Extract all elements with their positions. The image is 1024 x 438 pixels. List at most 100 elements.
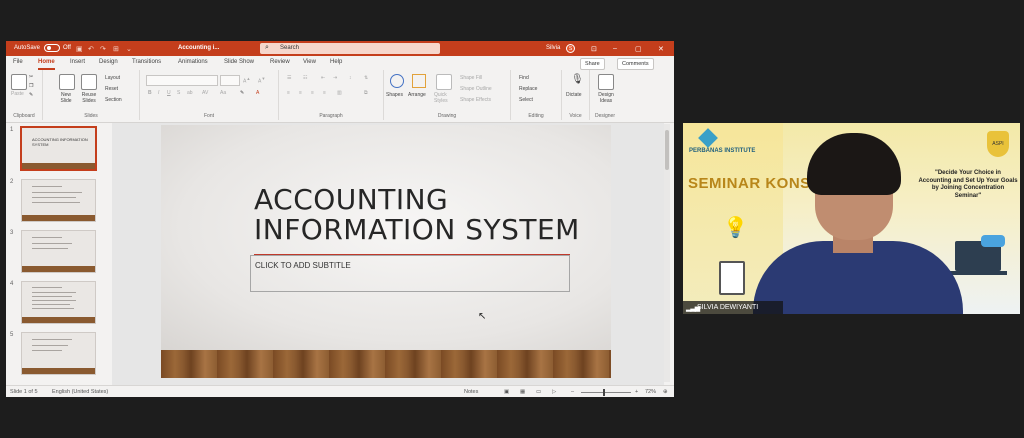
tab-home[interactable]: Home xyxy=(38,59,55,70)
highlight-icon[interactable]: ✎ xyxy=(240,90,244,96)
tab-design[interactable]: Design xyxy=(99,59,118,65)
bold-icon[interactable]: B xyxy=(148,90,152,96)
undo-icon[interactable]: ↶ xyxy=(88,45,94,53)
tab-review[interactable]: Review xyxy=(270,59,290,65)
italic-icon[interactable]: I xyxy=(158,90,159,96)
copy-icon[interactable]: ❐ xyxy=(29,83,33,89)
tab-animations[interactable]: Animations xyxy=(178,59,208,65)
share-button[interactable]: Share xyxy=(580,58,605,70)
quick-styles-label[interactable]: Quick Styles xyxy=(434,92,452,104)
layout-button[interactable]: Layout xyxy=(105,75,120,81)
paste-icon[interactable] xyxy=(11,74,27,90)
format-painter-icon[interactable]: ✎ xyxy=(29,92,33,98)
justify-icon[interactable]: ≡ xyxy=(323,90,326,96)
shape-outline-button[interactable]: Shape Outline xyxy=(460,86,492,92)
align-center-icon[interactable]: ≡ xyxy=(299,90,302,96)
cut-icon[interactable]: ✂ xyxy=(29,74,33,80)
comments-button[interactable]: Comments xyxy=(617,58,654,70)
arrange-label[interactable]: Arrange xyxy=(408,92,426,98)
zoom-out-icon[interactable]: – xyxy=(571,389,574,395)
font-color-icon[interactable]: A xyxy=(256,90,259,96)
find-button[interactable]: Find xyxy=(519,75,529,81)
document-title[interactable]: Accounting i... xyxy=(178,45,219,51)
arrange-icon[interactable] xyxy=(412,74,426,88)
quick-styles-icon[interactable] xyxy=(436,74,452,90)
fit-slide-icon[interactable]: ⊕ xyxy=(663,389,668,395)
present-icon[interactable]: ⊞ xyxy=(113,45,119,53)
design-ideas-label[interactable]: Design Ideas xyxy=(596,92,616,104)
reading-view-icon[interactable]: ▭ xyxy=(536,389,541,395)
slideshow-icon[interactable]: ▷ xyxy=(552,389,556,395)
tab-transitions[interactable]: Transitions xyxy=(132,59,161,65)
slide-sorter-icon[interactable]: ▦ xyxy=(520,389,525,395)
shadow-icon[interactable]: S xyxy=(177,90,180,96)
replace-button[interactable]: Replace xyxy=(519,86,537,92)
microphone-icon[interactable]: 🎙 xyxy=(571,74,584,85)
dictate-label[interactable]: Dictate xyxy=(566,92,582,98)
char-spacing-icon[interactable]: AV xyxy=(202,90,208,96)
tab-view[interactable]: View xyxy=(303,59,316,65)
reuse-slides-icon[interactable] xyxy=(81,74,97,90)
numbering-icon[interactable]: ☷ xyxy=(303,75,307,81)
participant-video[interactable]: PERBANAS INSTITUTE SEMINAR KONSENTRASI 💡… xyxy=(683,123,1020,314)
save-icon[interactable]: ▣ xyxy=(76,45,83,53)
zoom-slider[interactable] xyxy=(581,392,631,393)
strikethrough-icon[interactable]: ab xyxy=(187,90,193,96)
increase-font-icon[interactable]: A▲ xyxy=(243,76,250,85)
slide-thumbnail-3[interactable] xyxy=(21,230,96,273)
ribbon-display-icon[interactable]: ⊡ xyxy=(591,45,597,53)
minimize-icon[interactable]: – xyxy=(613,45,617,52)
reset-button[interactable]: Reset xyxy=(105,86,118,92)
design-ideas-icon[interactable] xyxy=(598,74,614,90)
tab-insert[interactable]: Insert xyxy=(70,59,85,65)
shapes-icon[interactable] xyxy=(390,74,404,88)
tab-file[interactable]: File xyxy=(13,59,23,65)
vertical-scrollbar[interactable] xyxy=(664,124,670,382)
reuse-slides-label[interactable]: Reuse Slides xyxy=(79,92,99,104)
avatar[interactable]: S xyxy=(566,44,575,53)
normal-view-icon[interactable]: ▣ xyxy=(504,389,509,395)
font-name-box[interactable] xyxy=(146,75,218,86)
decrease-font-icon[interactable]: A▼ xyxy=(258,76,265,85)
zoom-slider-handle[interactable] xyxy=(603,389,605,396)
user-name[interactable]: Silvia xyxy=(546,45,560,51)
tab-slide-show[interactable]: Slide Show xyxy=(224,59,254,65)
align-right-icon[interactable]: ≡ xyxy=(311,90,314,96)
shapes-label[interactable]: Shapes xyxy=(386,92,403,98)
notes-button[interactable]: Notes xyxy=(464,389,478,395)
search-box[interactable]: ⌕ Search xyxy=(260,43,440,54)
slide-thumbnail-5[interactable] xyxy=(21,332,96,375)
slide-thumbnail-2[interactable] xyxy=(21,179,96,222)
select-button[interactable]: Select xyxy=(519,97,533,103)
slide[interactable]: ACCOUNTING INFORMATION SYSTEM CLICK TO A… xyxy=(161,125,611,378)
zoom-level[interactable]: 72% xyxy=(645,389,656,395)
shape-fill-button[interactable]: Shape Fill xyxy=(460,75,482,81)
close-icon[interactable]: ✕ xyxy=(658,45,664,53)
change-case-icon[interactable]: Aa xyxy=(220,90,226,96)
smartart-icon[interactable]: ⧉ xyxy=(364,90,368,96)
font-size-box[interactable] xyxy=(220,75,240,86)
autosave-toggle[interactable] xyxy=(44,44,60,52)
zoom-in-icon[interactable]: + xyxy=(635,389,638,395)
align-left-icon[interactable]: ≡ xyxy=(287,90,290,96)
underline-icon[interactable]: U xyxy=(167,90,171,96)
maximize-icon[interactable]: ▢ xyxy=(635,45,642,53)
new-slide-label[interactable]: New Slide xyxy=(57,92,75,104)
slide-title[interactable]: ACCOUNTING INFORMATION SYSTEM xyxy=(254,185,594,245)
new-slide-icon[interactable] xyxy=(59,74,75,90)
shape-effects-button[interactable]: Shape Effects xyxy=(460,97,491,103)
columns-icon[interactable]: ▥ xyxy=(337,90,342,96)
slide-thumbnail-1[interactable]: ACCOUNTING INFORMATION SYSTEM xyxy=(20,126,97,171)
redo-icon[interactable]: ↷ xyxy=(100,45,106,53)
text-direction-icon[interactable]: ⇅ xyxy=(364,75,368,81)
bullets-icon[interactable]: ☰ xyxy=(287,75,291,81)
line-spacing-icon[interactable]: ↕ xyxy=(349,75,352,81)
indent-icon[interactable]: ⇤ xyxy=(321,75,325,81)
scrollbar-thumb[interactable] xyxy=(665,130,669,170)
slide-thumbnail-4[interactable] xyxy=(21,281,96,324)
customize-qat-icon[interactable]: ⌄ xyxy=(126,45,132,53)
section-button[interactable]: Section xyxy=(105,97,122,103)
subtitle-placeholder-box[interactable]: CLICK TO ADD SUBTITLE xyxy=(250,255,570,292)
outdent-icon[interactable]: ⇥ xyxy=(333,75,337,81)
language-indicator[interactable]: English (United States) xyxy=(52,389,108,395)
